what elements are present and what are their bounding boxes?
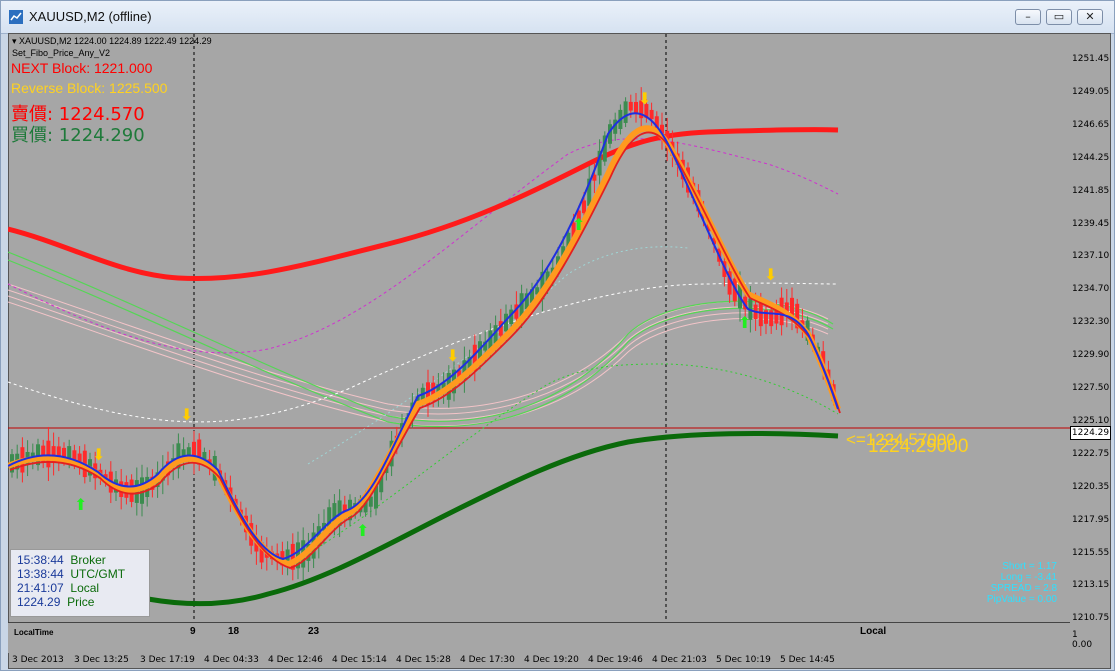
- price-axis-label: 1227.50: [1072, 383, 1110, 393]
- title-bar: XAUUSD,M2 (offline) – ▭ ✕: [1, 1, 1114, 34]
- time-axis-label: 4 Dec 15:28: [396, 655, 451, 665]
- price-axis-label: 1251.45: [1072, 54, 1110, 64]
- chart-app-icon: [9, 10, 23, 24]
- stat-pipvalue: PipValue = 0.00: [986, 594, 1057, 605]
- close-button[interactable]: ✕: [1077, 9, 1103, 25]
- bear-candle: [582, 200, 586, 214]
- time-axis-label: 4 Dec 04:33: [204, 655, 259, 665]
- subpanel-scale-bottom: 0.00: [1072, 640, 1093, 650]
- minimize-button[interactable]: –: [1015, 9, 1041, 25]
- candles: [10, 87, 836, 581]
- up-arrow-icon: ⬆: [572, 215, 585, 234]
- time-axis-label: 5 Dec 14:45: [780, 655, 835, 665]
- time-axis-label: 4 Dec 17:30: [460, 655, 515, 665]
- bear-candle: [649, 109, 654, 120]
- price-axis-label: 1225.10: [1072, 415, 1110, 426]
- down-arrow-icon: ⬇: [180, 405, 193, 424]
- price-axis-label: 1246.65: [1072, 119, 1110, 130]
- down-arrow-icon: ⬇: [764, 265, 777, 284]
- time-axis-label: 3 Dec 13:25: [74, 655, 129, 665]
- buy-price-label: 買價: 1224.290: [11, 125, 145, 146]
- clock-panel: 15:38:44 Broker 13:38:44 UTC/GMT 21:41:0…: [10, 549, 150, 617]
- subpanel-mark: 18: [228, 626, 240, 637]
- time-axis-label: 4 Dec 12:46: [268, 655, 323, 665]
- symbol-line: ▾ XAUUSD,M2 1224.00 1224.89 1222.49 1224…: [12, 36, 212, 46]
- subpanel-mark: 23: [308, 626, 320, 637]
- current-price-tag: 1224.29: [1070, 426, 1111, 440]
- price-axis-label: 1217.95: [1072, 514, 1110, 525]
- price-axis-label: 1234.70: [1072, 284, 1110, 295]
- localtime-subpanel[interactable]: LocalTime 9 18 23 Local: [8, 622, 1070, 653]
- price-axis-label: 1241.85: [1072, 185, 1110, 196]
- reverse-block-label: Reverse Block: 1225.500: [11, 80, 168, 96]
- subpanel-scale-top: 1: [1072, 630, 1078, 640]
- subpanel-right-label: Local: [860, 626, 887, 637]
- window-title: XAUUSD,M2 (offline): [29, 9, 152, 24]
- price-plot[interactable]: ⬇ ⬇ ⬇ ⬇ ⬇ ⬆ ⬆ ⬆ ⬆ <=1224.57000 1224.2900…: [8, 34, 1070, 622]
- restore-button[interactable]: ▭: [1046, 9, 1072, 25]
- next-block-label: NEXT Block: 1221.000: [11, 60, 153, 76]
- clock-row-local: 21:41:07 Local: [17, 581, 100, 595]
- time-axis-label: 3 Dec 2013: [12, 655, 64, 665]
- price-axis-label: 1229.90: [1072, 350, 1110, 361]
- price-axis-label: 1237.10: [1072, 251, 1110, 262]
- bear-candle: [46, 440, 51, 468]
- bear-candle: [628, 101, 633, 111]
- indicator-name: Set_Fibo_Price_Any_V2: [12, 48, 111, 58]
- time-axis-label: 5 Dec 10:19: [716, 655, 771, 665]
- price-axis-label: 1239.45: [1072, 218, 1110, 229]
- bull-candle: [623, 101, 628, 123]
- subpanel-label: LocalTime: [14, 628, 54, 637]
- stat-short: Short = 1.17: [1002, 561, 1057, 572]
- cyan-dotted-ma: [307, 246, 689, 465]
- down-arrow-icon: ⬇: [446, 346, 459, 365]
- price-axis-label: 1222.75: [1072, 448, 1110, 459]
- symbol-ohlc: XAUUSD,M2 1224.00 1224.89 1222.49 1224.2…: [19, 36, 212, 46]
- bear-candle: [758, 302, 763, 327]
- time-axis-label: 4 Dec 15:14: [332, 655, 387, 665]
- price-axis-label: 1244.25: [1072, 152, 1110, 163]
- price-axis-label: 1213.15: [1072, 580, 1110, 591]
- price-axis-label: 1210.75: [1072, 613, 1110, 624]
- clock-row-utc: 13:38:44 UTC/GMT: [17, 567, 126, 581]
- down-arrow-icon: ⬇: [638, 89, 651, 108]
- price-axis-label: 1220.35: [1072, 481, 1110, 492]
- red-slow-ma: [8, 127, 839, 282]
- subpanel-mark: 9: [190, 626, 196, 637]
- stat-long: Long = -3.41: [1000, 572, 1057, 583]
- price-axis-label: 1232.30: [1072, 317, 1110, 328]
- stat-spread: SPREAD = 2.8: [990, 583, 1057, 594]
- red-fast-ma: [9, 131, 841, 569]
- time-axis-label: 4 Dec 19:46: [588, 655, 643, 665]
- clock-row-broker: 15:38:44 Broker: [17, 553, 106, 567]
- price-axis-label: 1215.55: [1072, 547, 1110, 558]
- up-arrow-icon: ⬆: [74, 495, 87, 514]
- clock-row-price: 1224.29 Price: [17, 595, 95, 609]
- bid-marker: 1224.29000: [868, 436, 968, 457]
- time-axis-label: 4 Dec 19:20: [524, 655, 579, 665]
- down-arrow-icon: ⬇: [92, 445, 105, 464]
- time-axis-label: 3 Dec 17:19: [140, 655, 195, 665]
- up-arrow-icon: ⬆: [356, 521, 369, 540]
- up-arrow-icon: ⬆: [738, 313, 751, 332]
- time-axis-label: 4 Dec 21:03: [652, 655, 707, 665]
- price-axis-label: 1249.05: [1072, 86, 1110, 97]
